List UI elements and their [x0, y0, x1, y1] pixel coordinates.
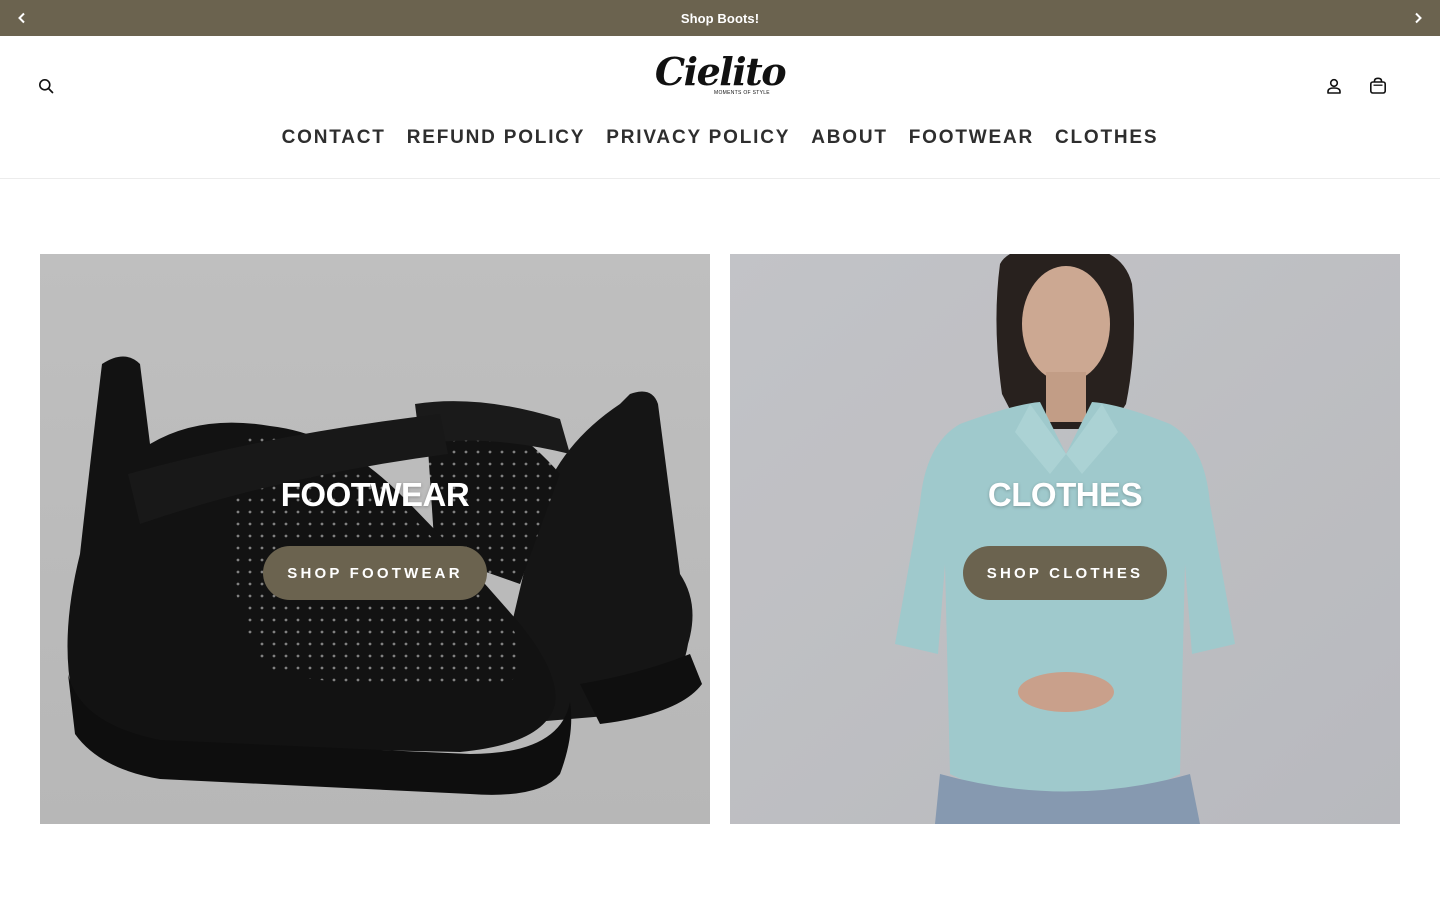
nav-item-refund-policy[interactable]: REFUND POLICY — [407, 124, 586, 152]
search-button[interactable] — [30, 70, 62, 102]
account-button[interactable] — [1318, 70, 1350, 102]
collection-title-footwear: FOOTWEAR — [280, 476, 470, 513]
shop-footwear-button[interactable]: SHOP FOOTWEAR — [263, 546, 487, 600]
nav-item-clothes[interactable]: CLOTHES — [1055, 124, 1158, 152]
nav-item-footwear[interactable]: FOOTWEAR — [909, 124, 1034, 152]
search-icon — [39, 79, 54, 94]
collection-content-clothes: CLOTHES SHOP CLOTHES — [730, 474, 1400, 600]
announcement-next-button[interactable] — [1400, 0, 1436, 36]
site-header: Cielito MOMENTS OF STYLE CONTACT REFUND … — [0, 36, 1440, 179]
nav-item-about[interactable]: ABOUT — [811, 124, 888, 152]
site-logo[interactable]: Cielito MOMENTS OF STYLE — [640, 52, 800, 102]
announcement-bar: Shop Boots! — [0, 0, 1440, 36]
logo-tagline: MOMENTS OF STYLE — [714, 90, 770, 96]
collection-tile-clothes[interactable]: CLOTHES SHOP CLOTHES — [730, 254, 1400, 824]
announcement-text[interactable]: Shop Boots! — [681, 11, 759, 26]
collection-title-clothes: CLOTHES — [987, 476, 1143, 513]
shopping-bag-icon — [1369, 77, 1386, 94]
main-navigation: CONTACT REFUND POLICY PRIVACY POLICY ABO… — [0, 124, 1440, 152]
nav-item-privacy-policy[interactable]: PRIVACY POLICY — [606, 124, 790, 152]
collection-tile-footwear[interactable]: FOOTWEAR SHOP FOOTWEAR — [40, 254, 710, 824]
logo-wordmark: Cielito — [654, 49, 787, 94]
chevron-left-icon — [18, 12, 25, 24]
chevron-right-icon — [1415, 12, 1422, 24]
announcement-prev-button[interactable] — [4, 0, 40, 36]
cart-button[interactable] — [1362, 70, 1394, 102]
account-icon — [1327, 78, 1341, 94]
nav-item-contact[interactable]: CONTACT — [282, 124, 386, 152]
shop-clothes-button[interactable]: SHOP CLOTHES — [962, 546, 1168, 600]
collection-content-footwear: FOOTWEAR SHOP FOOTWEAR — [40, 474, 710, 600]
